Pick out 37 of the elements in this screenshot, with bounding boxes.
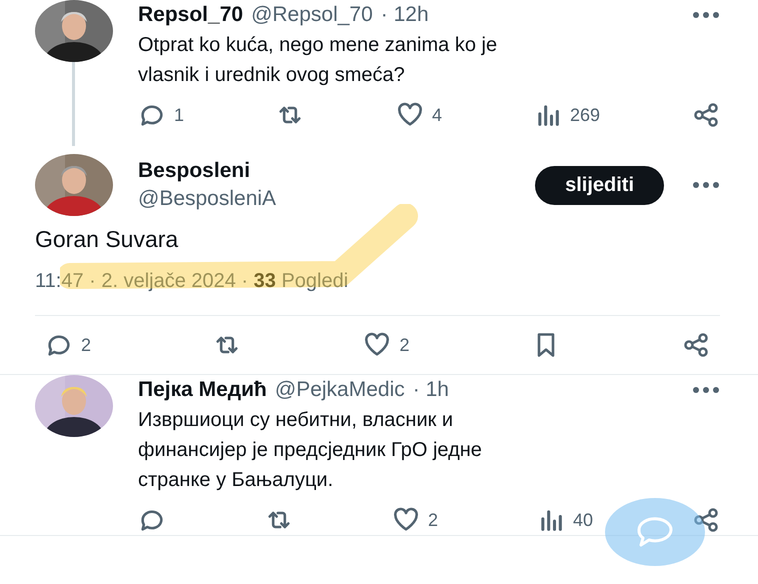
share-icon	[692, 101, 720, 129]
views-action[interactable]: 40	[536, 506, 593, 534]
views-action[interactable]: 269	[534, 101, 600, 129]
user-handle[interactable]: @BesposleniA	[138, 187, 276, 211]
post-meta: 11:47 · 2. veljače 2024 · 33 Pogledi	[35, 270, 350, 293]
share-icon	[682, 331, 710, 359]
views-count: 269	[570, 104, 600, 126]
like-action[interactable]: 2	[363, 331, 410, 359]
user-handle[interactable]: @Repsol_70	[251, 3, 373, 27]
follow-button[interactable]: slijediti	[535, 166, 664, 204]
like-count: 2	[428, 510, 438, 530]
share-action[interactable]	[692, 101, 720, 129]
views-count: 40	[572, 510, 593, 530]
post-time: · 12h	[380, 3, 429, 27]
user-handle[interactable]: @PejkaMedic	[274, 378, 405, 402]
like-action[interactable]: 4	[396, 101, 442, 129]
like-count: 4	[432, 104, 442, 126]
like-count: 2	[399, 334, 410, 356]
share-icon	[692, 506, 720, 534]
more-icon[interactable]	[692, 181, 720, 189]
reply-count: 1	[174, 104, 184, 126]
reply-count: 2	[81, 334, 92, 356]
reply-action[interactable]: 2	[45, 331, 92, 359]
more-icon[interactable]	[692, 11, 720, 19]
post-text: Извршиоци су небитни, власник и финансијер је предсједник ГрО једне странке у Бањалуци.	[138, 408, 483, 493]
post-time: · 1h	[412, 378, 449, 402]
user-name[interactable]: Repsol_70	[138, 3, 244, 27]
share-action[interactable]	[682, 331, 710, 359]
user-name[interactable]: Пејка Медић	[138, 378, 267, 402]
speech-bubble-icon	[635, 516, 675, 548]
reply-action[interactable]: 1	[138, 101, 184, 129]
like-action[interactable]: 2	[392, 506, 438, 534]
user-name[interactable]: Besposleni	[138, 159, 276, 183]
post-text: Otprat ko kuća, nego mene zanima ko je vlasnik i urednik ovog smeća?	[138, 33, 498, 88]
post-text: Goran Suvara	[35, 225, 180, 254]
share-action[interactable]	[692, 506, 720, 534]
more-icon[interactable]	[692, 386, 720, 394]
